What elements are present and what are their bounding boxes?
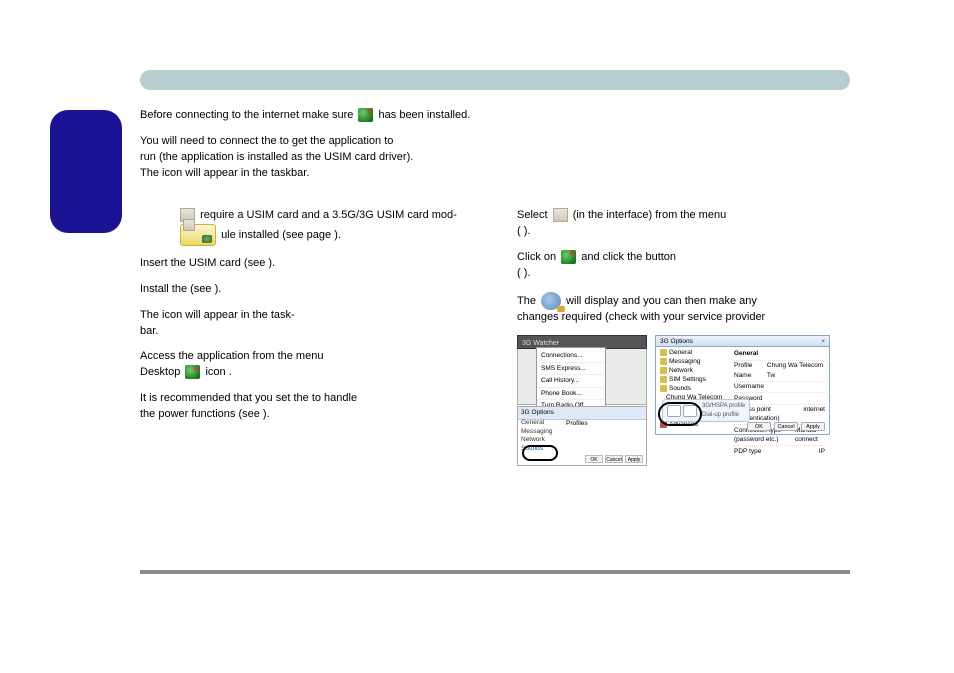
r-p3: The — [517, 294, 539, 306]
l-p33: ). — [215, 283, 222, 295]
ok-button[interactable]: OK — [585, 455, 603, 463]
r-p32: will display and you can then make any — [566, 294, 757, 306]
tree-item[interactable]: Messaging — [669, 359, 700, 366]
profiles-label: Profiles — [566, 419, 588, 428]
tree-item[interactable]: General — [669, 350, 692, 357]
r-p1d: menu — [699, 209, 727, 221]
l-p43: task- — [271, 309, 295, 321]
field-label: PDP type — [734, 447, 761, 456]
folder-icon — [660, 358, 667, 365]
r-p1b: (in the — [573, 209, 607, 221]
l-p6: It is recommended that you set the — [140, 392, 312, 404]
folder-icon — [660, 385, 667, 392]
menu-item[interactable]: Phone Book... — [537, 388, 605, 400]
r-p2a: Click on — [517, 251, 559, 263]
apply-button[interactable]: Apply — [801, 422, 825, 431]
folder-icon — [660, 367, 667, 374]
txt-line4b: icon will appear in the taskbar. — [162, 167, 309, 179]
r-p1a: Select — [517, 209, 551, 221]
square-icon — [553, 208, 568, 222]
r-p1e: ( — [517, 225, 521, 237]
l-p1: require a USIM card and a 3.5G/3G USIM c… — [200, 209, 457, 221]
r-p2d: ( — [517, 267, 521, 279]
l-p22: ). — [268, 257, 275, 269]
r-p1c: interface) from the — [606, 209, 698, 221]
txt-line4a: The — [140, 167, 162, 179]
l-p44: bar. — [140, 325, 158, 337]
field-value[interactable]: IP — [819, 447, 825, 456]
usim-card-icon — [180, 224, 216, 246]
l-p64: ). — [263, 408, 270, 420]
r-p2b: and click the — [581, 251, 645, 263]
close-icon[interactable]: × — [821, 337, 825, 345]
globe-icon — [185, 365, 200, 379]
panel-title: 3G Options — [660, 337, 693, 345]
r-p1f: ). — [524, 225, 531, 237]
field-value[interactable]: Chung Wa Telecom Tw — [767, 361, 825, 380]
footer-rule — [140, 570, 850, 574]
screenshot-tools-menu: 3G Watcher Connections... SMS Express...… — [517, 335, 647, 466]
tree-item[interactable]: Sounds — [669, 386, 691, 393]
l-p5: Access the application from the — [140, 350, 296, 362]
field-value[interactable]: internet — [803, 405, 825, 424]
l-p53: Desktop — [140, 366, 180, 378]
l-p12: ule installed (see page ). — [221, 229, 341, 241]
apply-button[interactable]: Apply — [625, 455, 643, 463]
r-p2c: button — [645, 251, 676, 263]
cancel-button[interactable]: Cancel — [774, 422, 798, 431]
menu-item[interactable]: Call History... — [537, 375, 605, 387]
txt-intro-1b: has been installed. — [379, 109, 471, 121]
dialup-globe-icon — [541, 292, 561, 310]
hspa-label: 3G/HSPA profile — [702, 402, 745, 411]
l-p63: the power functions (see — [140, 408, 263, 420]
field-label: Profile Name — [734, 361, 767, 380]
panel-titlebar: 3G Options × — [656, 336, 829, 347]
panel-title: 3G Options — [518, 407, 646, 419]
menu-item[interactable]: Connections... — [537, 350, 605, 362]
menu-item[interactable]: SMS Express... — [537, 363, 605, 375]
main-content: Before connecting to the internet make s… — [140, 70, 854, 466]
cancel-button[interactable]: Cancel — [605, 455, 623, 463]
folder-icon — [660, 349, 667, 356]
screenshot-group: 3G Watcher Connections... SMS Express...… — [517, 335, 847, 466]
heading-bar — [140, 70, 850, 90]
right-column: Select (in the interface) from the menu … — [517, 208, 847, 467]
globe-icon — [561, 250, 576, 264]
l-p4: The — [140, 309, 162, 321]
txt-intro-3: run (the application is installed as the… — [140, 151, 413, 163]
folder-icon — [660, 376, 667, 383]
tree-item[interactable]: SIM Settings — [669, 377, 706, 384]
l-p62: to handle — [312, 392, 357, 404]
l-p2: Insert the USIM card (see — [140, 257, 268, 269]
chapter-badge — [50, 110, 122, 233]
txt-intro-2b: to get the application to — [280, 135, 394, 147]
l-p42: icon will appear in the — [162, 309, 271, 321]
left-column: require a USIM card and a 3.5G/3G USIM c… — [140, 208, 495, 467]
tree-item[interactable]: Network — [521, 436, 552, 444]
l-p52: menu — [296, 350, 324, 362]
l-p3: Install the — [140, 283, 190, 295]
r-p33: changes required (check with your servic… — [517, 311, 765, 323]
l-p32: (see — [190, 283, 214, 295]
txt-intro-2a: You will need to connect the — [140, 135, 280, 147]
ok-button[interactable]: OK — [747, 422, 771, 431]
section-header: General — [734, 349, 825, 358]
l-p54: icon . — [205, 366, 231, 378]
txt-intro-1a: Before connecting to the internet make s… — [140, 109, 353, 121]
tree-item[interactable]: General — [521, 419, 552, 427]
tree-item[interactable]: Messaging — [521, 428, 552, 436]
r-p2e: ). — [524, 267, 531, 279]
highlight-circle — [658, 402, 702, 426]
dialup-label: Dial-up profile — [702, 411, 745, 420]
tree-item[interactable]: Network — [669, 368, 693, 375]
options-panel-small: 3G Options General Messaging Network Sou… — [517, 406, 647, 466]
options-panel-large: 3G Options × General Messaging Network S… — [655, 335, 830, 435]
globe-icon — [358, 108, 373, 122]
field-label: Username — [734, 382, 764, 391]
highlight-circle — [522, 445, 558, 461]
